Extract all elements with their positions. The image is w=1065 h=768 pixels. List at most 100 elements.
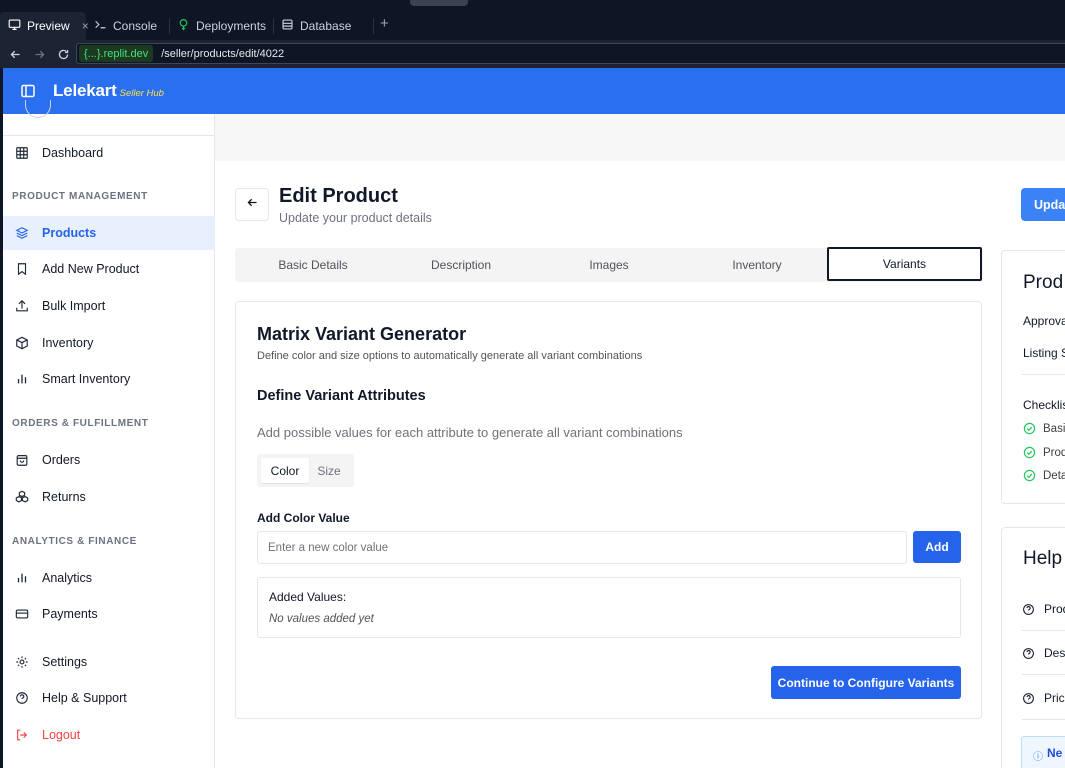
card-title: Matrix Variant Generator — [257, 324, 467, 344]
color-value-input[interactable] — [257, 531, 907, 564]
main-content: Edit Product Update your product details… — [215, 114, 1065, 768]
terminal-icon — [94, 18, 107, 34]
sidebar-item-logout[interactable]: Logout — [3, 718, 215, 752]
sidebar: Dashboard PRODUCT MANAGEMENT Products Ad… — [0, 100, 215, 768]
sidebar-item-label: Add New Product — [42, 262, 140, 276]
grid-icon — [15, 146, 29, 160]
panel-divider — [1022, 630, 1065, 631]
checklist-item: Basic — [1023, 422, 1065, 435]
tab-divider — [373, 18, 374, 34]
panel-divider — [1022, 674, 1065, 675]
checklist-item: Deta — [1023, 469, 1065, 482]
ide-tab-database[interactable]: Database — [273, 12, 374, 40]
tab-inventory[interactable]: Inventory — [683, 248, 831, 282]
brand-subtitle: Seller Hub — [119, 88, 164, 99]
check-circle-icon — [1023, 446, 1036, 459]
layers-icon — [15, 226, 29, 240]
sidebar-item-label: Help & Support — [42, 691, 127, 705]
checklist-item: Prod — [1023, 446, 1065, 459]
section-description: Add possible values for each attribute t… — [257, 425, 683, 440]
help-panel: Help Prod Desc Prici ⓘ Ne — [1001, 527, 1065, 768]
sidebar-item-payments[interactable]: Payments — [3, 597, 215, 631]
sidebar-item-label: Inventory — [42, 336, 94, 350]
sidebar-toggle-icon[interactable] — [20, 83, 36, 99]
logout-icon — [15, 728, 29, 742]
help-item[interactable]: Desc — [1022, 646, 1065, 660]
tab-images[interactable]: Images — [535, 248, 683, 282]
tab-variants[interactable]: Variants — [827, 247, 982, 281]
database-icon — [281, 18, 294, 34]
panel-divider — [1022, 374, 1065, 375]
add-tab-button[interactable]: + — [380, 16, 389, 32]
product-tabs: Basic Details Description Images Invento… — [235, 247, 983, 282]
notice-box: ⓘ Ne — [1021, 736, 1065, 768]
tab-basic-details[interactable]: Basic Details — [239, 248, 387, 282]
brand-logo[interactable]: Lelekart Seller Hub — [53, 81, 164, 101]
url-input[interactable]: {...}.replit.dev /seller/products/edit/4… — [76, 43, 1065, 64]
add-value-button[interactable]: Add — [913, 531, 961, 563]
sidebar-item-bulk-import[interactable]: Bulk Import — [3, 289, 215, 323]
sidebar-section-title: ANALYTICS & FINANCE — [12, 536, 137, 547]
bar-chart-icon — [15, 372, 29, 386]
refresh-icon[interactable] — [54, 45, 72, 63]
sidebar-item-inventory[interactable]: Inventory — [3, 326, 215, 360]
sidebar-item-label: Payments — [42, 607, 98, 621]
card-description: Define color and size options to automat… — [257, 350, 643, 362]
credit-card-icon — [15, 607, 29, 621]
ide-tab-preview[interactable]: Preview × — [0, 12, 89, 40]
ide-tab-label: Database — [300, 19, 352, 33]
ide-tab-console[interactable]: Console — [86, 12, 170, 40]
checklist-item-label: Basic — [1043, 422, 1065, 435]
help-circle-icon — [1023, 692, 1034, 704]
continue-configure-variants-button[interactable]: Continue to Configure Variants — [771, 666, 961, 699]
help-item-label: Desc — [1044, 646, 1065, 660]
help-item[interactable]: Prod — [1022, 602, 1065, 616]
sidebar-item-analytics[interactable]: Analytics — [3, 561, 215, 595]
upload-icon — [15, 299, 29, 313]
arrow-left-icon — [246, 196, 259, 214]
deployments-icon — [177, 18, 190, 34]
browser-url-bar: {...}.replit.dev /seller/products/edit/4… — [0, 40, 1065, 68]
product-status-panel: Prod Approva Listing S Checklis Basic Pr… — [1001, 250, 1065, 504]
page-subtitle: Update your product details — [279, 211, 432, 225]
ide-tab-bar: Preview × Console Deployments Database + — [0, 0, 1065, 40]
sidebar-item-orders[interactable]: Orders — [3, 443, 215, 477]
forward-arrow-icon[interactable] — [30, 45, 48, 63]
variant-generator-card: Matrix Variant Generator Define color an… — [235, 301, 982, 719]
tab-description[interactable]: Description — [387, 248, 535, 282]
sidebar-item-settings[interactable]: Settings — [3, 645, 215, 679]
sidebar-section-title: PRODUCT MANAGEMENT — [12, 191, 148, 202]
bookmark-icon — [15, 262, 29, 276]
top-band — [215, 114, 1065, 161]
back-button[interactable] — [235, 188, 269, 221]
ide-tab-deployments[interactable]: Deployments — [169, 12, 274, 40]
check-circle-icon — [1023, 422, 1036, 435]
sidebar-item-dashboard[interactable]: Dashboard — [3, 136, 215, 170]
bar-chart-icon — [15, 571, 29, 585]
ide-tab-label: Preview — [27, 19, 70, 33]
ide-tab-label: Console — [113, 19, 158, 33]
sidebar-item-label: Dashboard — [42, 146, 104, 160]
sidebar-item-help-support[interactable]: Help & Support — [3, 681, 215, 715]
sidebar-section-title: ORDERS & FULFILLMENT — [12, 418, 149, 429]
update-product-button[interactable]: Upda — [1021, 188, 1065, 221]
sidebar-item-label: Returns — [42, 490, 86, 504]
help-circle-icon — [1023, 603, 1034, 615]
tab-size[interactable]: Size — [309, 458, 349, 483]
sidebar-item-returns[interactable]: Returns — [3, 480, 215, 514]
back-arrow-icon[interactable] — [6, 45, 24, 63]
sidebar-item-add-new-product[interactable]: Add New Product — [3, 252, 215, 286]
checklist-item-label: Deta — [1043, 469, 1065, 482]
sidebar-item-label: Settings — [42, 655, 88, 669]
added-values-title: Added Values: — [269, 590, 347, 604]
tab-color[interactable]: Color — [261, 458, 309, 483]
checklist-item-label: Prod — [1043, 446, 1065, 459]
boxes-icon — [15, 490, 29, 504]
help-circle-icon — [1023, 647, 1034, 659]
page-title: Edit Product — [279, 185, 398, 207]
help-panel-title: Help — [1023, 548, 1063, 569]
sidebar-item-products[interactable]: Products — [3, 216, 215, 250]
sidebar-item-smart-inventory[interactable]: Smart Inventory — [3, 362, 215, 396]
help-item[interactable]: Prici — [1022, 691, 1065, 705]
sidebar-item-label: Products — [42, 226, 97, 240]
